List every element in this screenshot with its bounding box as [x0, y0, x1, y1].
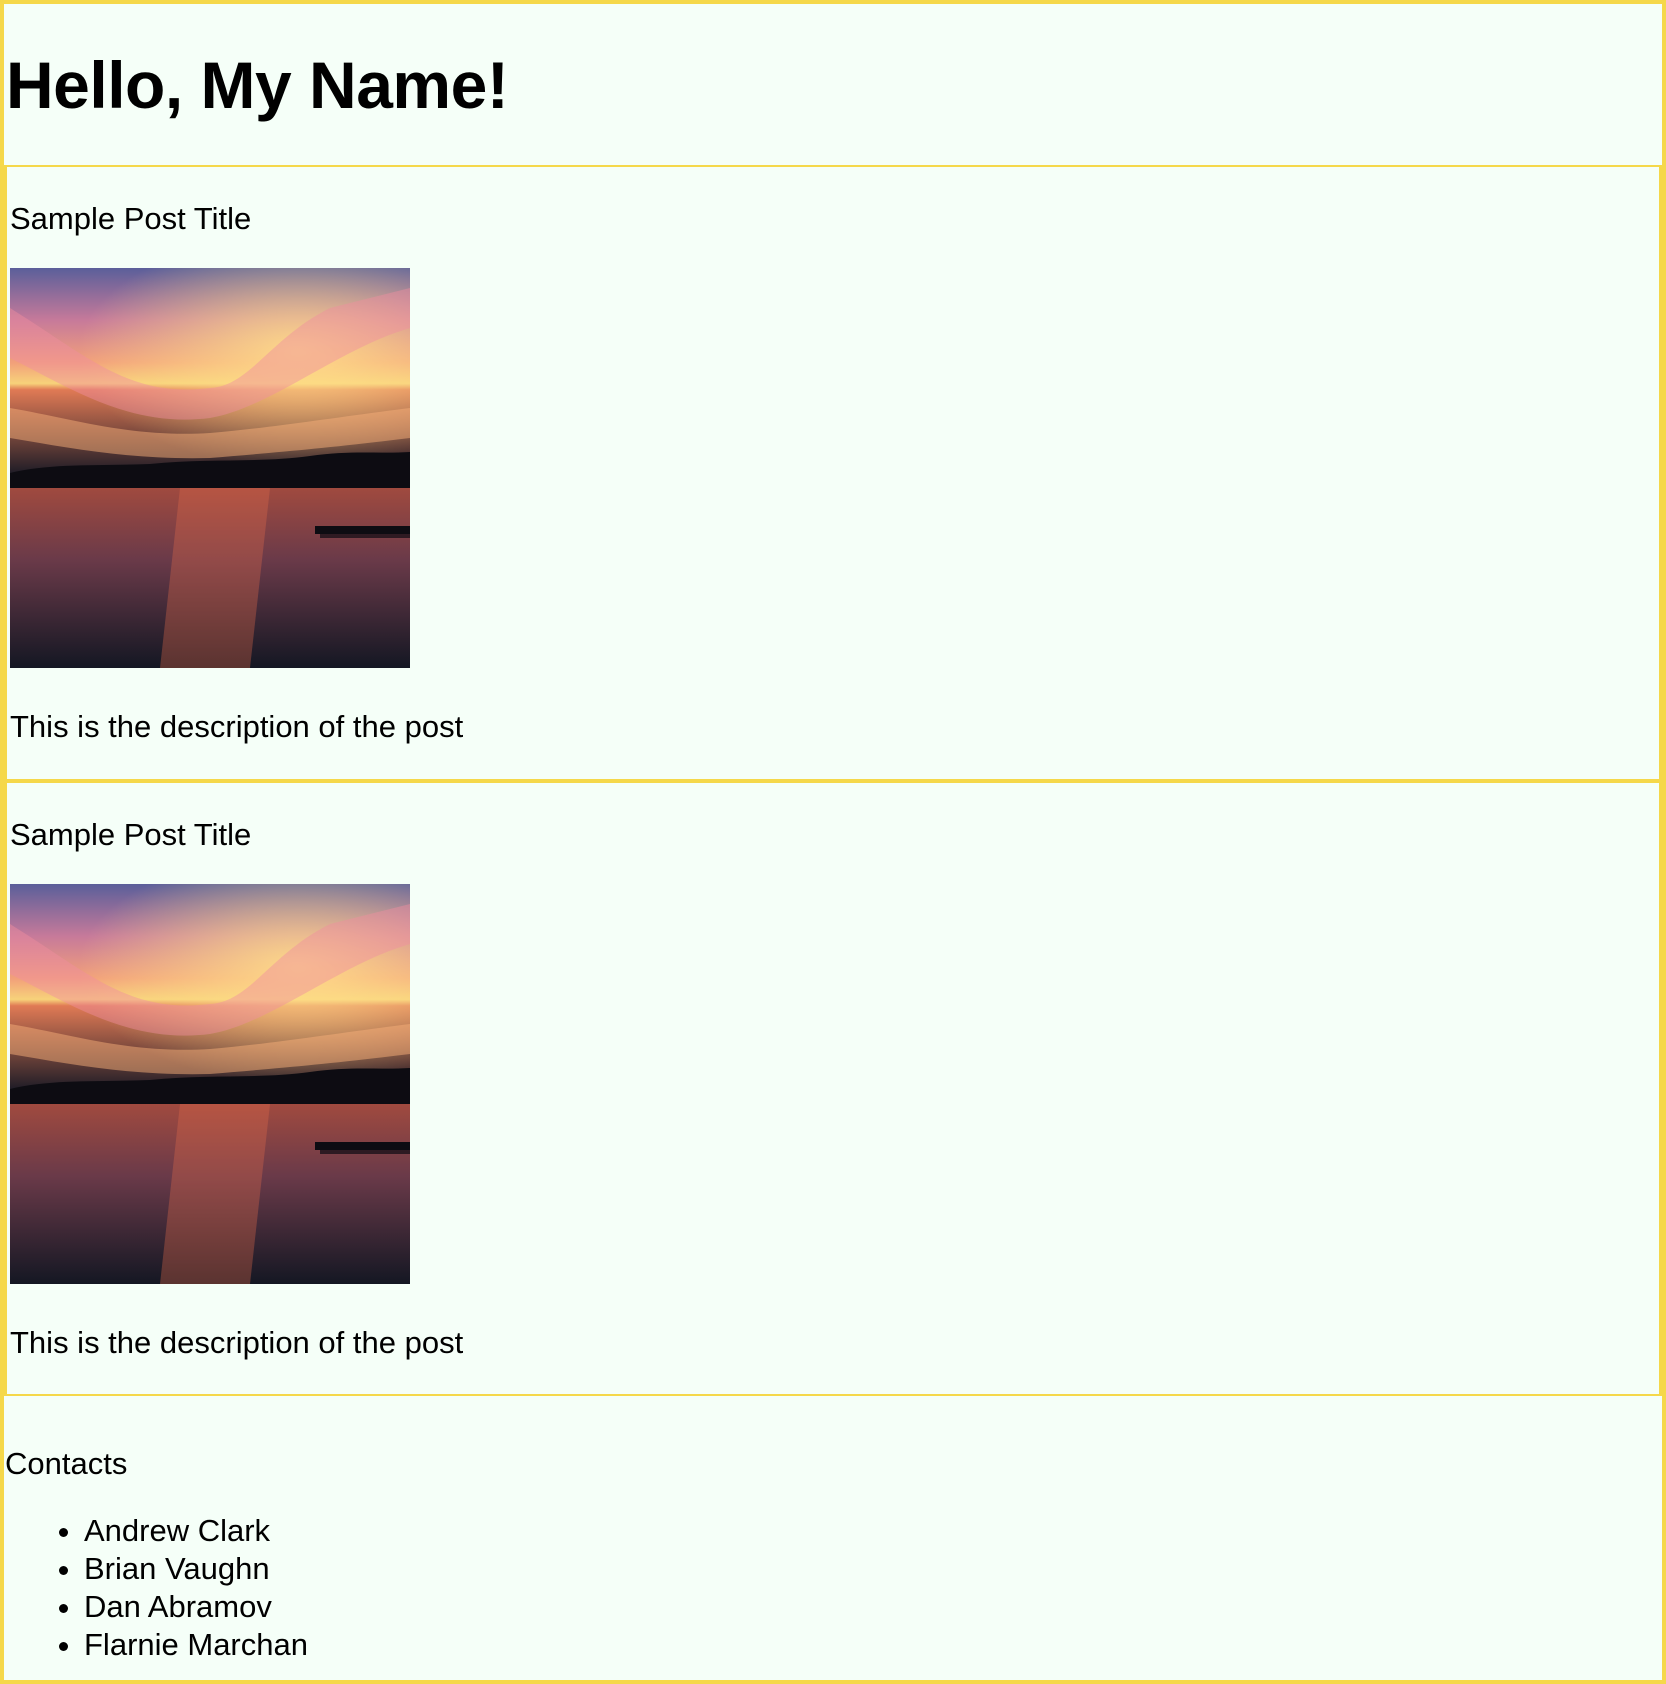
post-image-sunset	[10, 268, 410, 668]
contact-item: Andrew Clark	[84, 1512, 308, 1550]
contact-item: Brian Vaughn	[84, 1550, 308, 1588]
contacts-title: Contacts	[5, 1446, 128, 1481]
post-title: Sample Post Title	[10, 201, 252, 236]
contact-item: Dan Abramov	[84, 1588, 308, 1626]
page-header: Hello, My Name!	[4, 4, 1662, 167]
post-image-sunset	[10, 884, 410, 1284]
post-description: This is the description of the post	[10, 709, 464, 744]
post-description: This is the description of the post	[10, 1325, 464, 1360]
post-title: Sample Post Title	[10, 817, 252, 852]
page: Hello, My Name! Sample Post Title This i…	[0, 0, 1666, 1684]
contacts-list: Andrew Clark Brian Vaughn Dan Abramov Fl…	[4, 1512, 308, 1664]
contacts-section: Contacts Andrew Clark Brian Vaughn Dan A…	[4, 1396, 1662, 1676]
post-card: Sample Post Title This is the descriptio…	[4, 783, 1662, 1396]
post-card: Sample Post Title This is the descriptio…	[4, 167, 1662, 783]
contact-item: Flarnie Marchan	[84, 1626, 308, 1664]
page-title: Hello, My Name!	[6, 47, 509, 122]
